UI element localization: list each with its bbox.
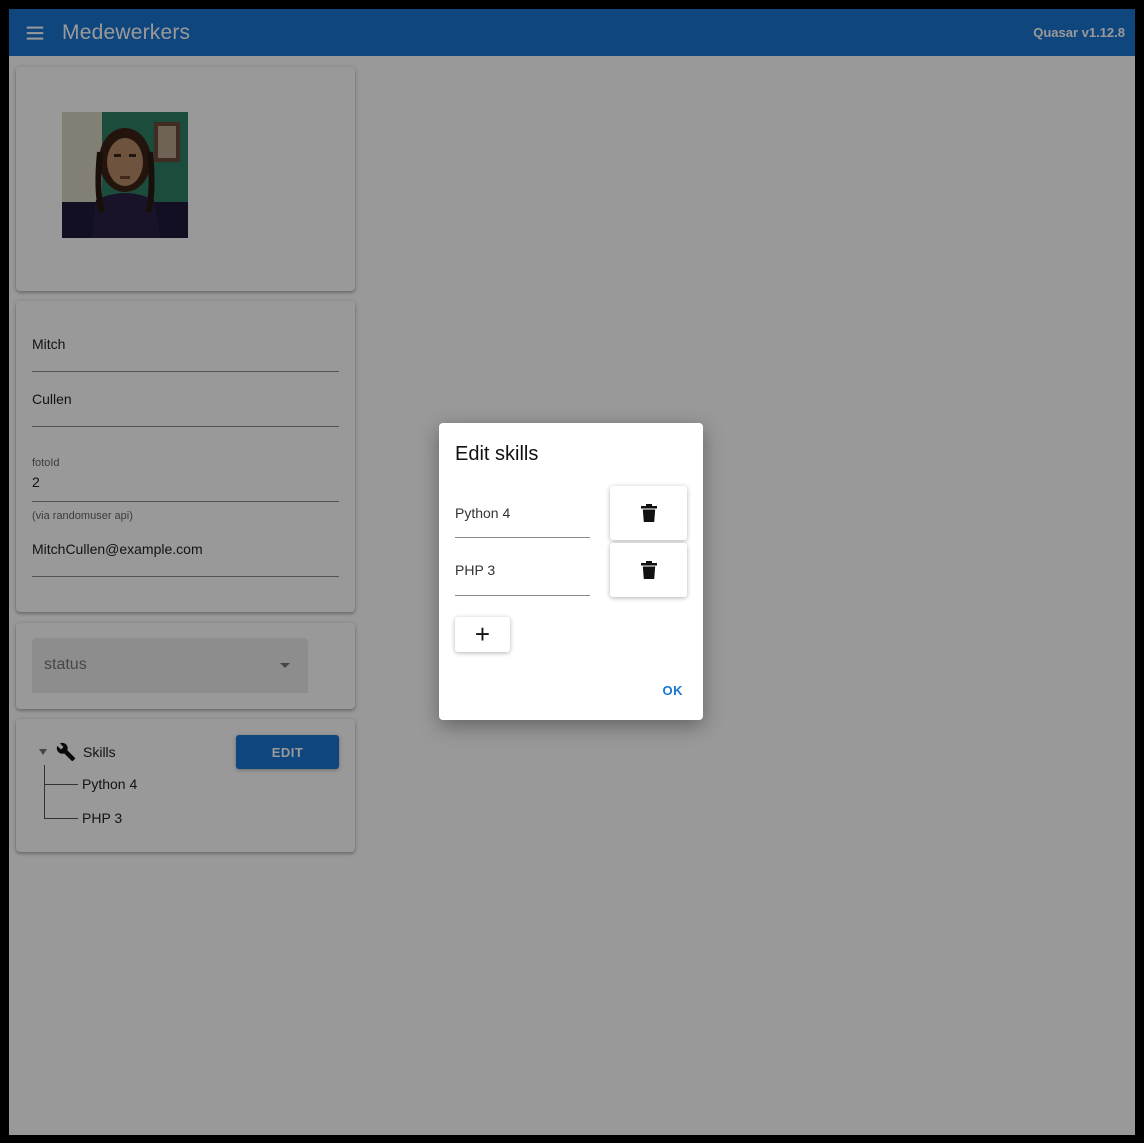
trash-icon [640, 561, 657, 579]
edit-skills-dialog: Edit skills Python 4 PHP 3 + OK [439, 423, 703, 720]
add-skill-button[interactable]: + [455, 617, 510, 652]
trash-icon [640, 504, 657, 522]
delete-skill-button[interactable] [610, 543, 687, 597]
skill-row: Python 4 [455, 486, 687, 540]
skill-input-value: Python 4 [455, 505, 511, 521]
delete-skill-button[interactable] [610, 486, 687, 540]
skill-input-value: PHP 3 [455, 562, 496, 578]
skill-row: PHP 3 [455, 543, 687, 597]
dialog-title: Edit skills [455, 443, 539, 465]
skill-input[interactable]: Python 4 [455, 486, 590, 538]
skill-input[interactable]: PHP 3 [455, 543, 590, 596]
ok-button[interactable]: OK [659, 681, 688, 700]
app-window: Medewerkers Quasar v1.12.8 Mitch Cullen … [9, 9, 1135, 1135]
